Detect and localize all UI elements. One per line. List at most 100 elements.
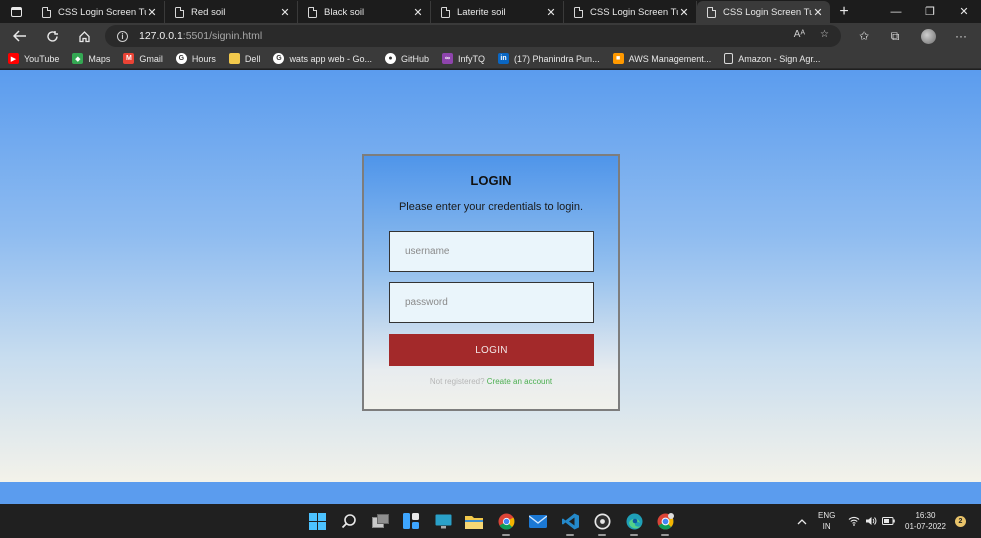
bookmark-label: Maps	[88, 53, 111, 64]
page-content: LOGIN Please enter your credentials to l…	[0, 70, 981, 482]
collections-button[interactable]: ⧉	[882, 23, 908, 49]
browser-tab[interactable]: Black soil ✕	[298, 1, 431, 23]
bookmark-item[interactable]: in (17) Phanindra Pun...	[498, 53, 600, 64]
volume-icon	[866, 517, 877, 525]
tab-title: Red soil	[191, 6, 226, 18]
read-aloud-icon[interactable]: Aᴬ	[794, 29, 805, 40]
restore-button[interactable]: ❐	[913, 0, 947, 23]
language-code: ENG	[818, 511, 836, 520]
mail-icon	[529, 515, 547, 528]
language-indicator[interactable]: ENG IN	[818, 504, 835, 538]
taskbar-chrome[interactable]	[496, 511, 516, 536]
clock-time: 16:30	[915, 511, 936, 520]
page-icon	[574, 6, 583, 18]
bookmark-label: Hours	[191, 53, 216, 64]
bookmark-item[interactable]: ▶ YouTube	[8, 53, 59, 64]
folder-icon	[465, 515, 483, 529]
settings-more-button[interactable]: ···	[948, 23, 974, 49]
site-info-icon[interactable]: i	[117, 30, 128, 42]
browser-tab[interactable]: CSS Login Screen Tuto✕	[697, 1, 830, 23]
taskbar-chrome-profile[interactable]	[655, 511, 675, 536]
chrome-profile-icon	[657, 512, 674, 529]
favorites-button[interactable]: ✩	[851, 23, 877, 49]
window-controls: — ❐ ✕	[879, 0, 981, 23]
system-clock[interactable]: 16:30 01-07-2022	[905, 504, 946, 538]
bookmark-item[interactable]: M Gmail	[123, 53, 163, 64]
taskbar-file-explorer[interactable]	[464, 511, 484, 531]
battery-icon	[882, 517, 895, 525]
bookmark-item[interactable]: ◆ Maps	[72, 53, 110, 64]
linkedin-icon: in	[498, 53, 510, 64]
browser-toolbar: i 127.0.0.1:5501/signin.html Aᴬ ☆ ✩ ⧉ ··…	[0, 23, 981, 49]
tab-close-icon[interactable]: ✕	[412, 6, 424, 19]
bookmark-label: AWS Management...	[628, 53, 712, 64]
taskbar-app-monitor[interactable]	[433, 511, 453, 531]
tab-actions-menu-button[interactable]	[0, 0, 32, 23]
more-icon: ···	[955, 29, 967, 43]
widgets-button[interactable]	[401, 511, 421, 531]
favorites-icon: ✩	[858, 29, 870, 43]
page-icon	[175, 6, 184, 18]
bookmark-item[interactable]: ■ AWS Management...	[612, 53, 712, 64]
widgets-icon	[403, 513, 419, 529]
tab-close-icon[interactable]: ✕	[678, 6, 690, 19]
close-window-button[interactable]: ✕	[947, 0, 981, 23]
bookmark-item[interactable]: Dell	[228, 53, 260, 64]
bookmark-item[interactable]: G Hours	[175, 53, 216, 64]
quick-settings-button[interactable]	[848, 504, 895, 538]
browser-tab[interactable]: Red soil ✕	[165, 1, 298, 23]
clock-date: 01-07-2022	[905, 522, 946, 531]
taskbar-mail[interactable]	[528, 511, 548, 531]
bookmark-label: Amazon - Sign Agr...	[738, 53, 821, 64]
bookmark-item[interactable]: Gwats app web - Go...	[273, 53, 372, 64]
browser-tab[interactable]: CSS Login Screen Tuto✕	[564, 1, 697, 23]
username-input[interactable]	[389, 231, 594, 272]
profile-button[interactable]	[915, 23, 941, 49]
browser-tab[interactable]: CSS Login Screen Tuto✕	[32, 1, 165, 23]
page-icon	[724, 53, 734, 64]
back-button[interactable]	[4, 23, 36, 49]
language-region: IN	[822, 522, 831, 531]
bookmark-item[interactable]: ∞ InfyTQ	[442, 53, 485, 64]
google-icon: G	[175, 53, 187, 64]
tab-close-icon[interactable]: ✕	[812, 6, 824, 19]
browser-tab[interactable]: Laterite soil ✕	[431, 1, 564, 23]
create-account-link[interactable]: Create an account	[487, 377, 552, 386]
login-button[interactable]: login	[389, 334, 594, 366]
collections-icon: ⧉	[890, 28, 900, 43]
back-arrow-icon	[13, 30, 26, 42]
vscode-icon	[561, 513, 579, 529]
minimize-button[interactable]: —	[879, 0, 913, 23]
show-hidden-icons-button[interactable]	[797, 504, 807, 538]
task-view-button[interactable]	[370, 511, 390, 531]
tab-close-icon[interactable]: ✕	[146, 6, 158, 19]
address-path: :5501/signin.html	[182, 30, 263, 42]
password-input[interactable]	[389, 282, 594, 323]
taskbar-search-button[interactable]	[339, 511, 359, 531]
tab-title: CSS Login Screen Tuto	[723, 6, 812, 18]
taskbar-obs[interactable]	[592, 511, 612, 536]
chevron-up-icon	[797, 518, 807, 524]
address-bar[interactable]: i 127.0.0.1:5501/signin.html Aᴬ ☆	[105, 25, 841, 47]
windows-start-icon	[308, 512, 326, 530]
github-icon: ●	[384, 53, 396, 64]
home-button[interactable]	[68, 23, 100, 49]
favorite-add-icon[interactable]: ☆	[820, 29, 829, 40]
tab-close-icon[interactable]: ✕	[545, 6, 557, 19]
task-view-icon	[371, 514, 389, 528]
notification-center-button[interactable]: 2	[955, 504, 966, 538]
tab-close-icon[interactable]: ✕	[279, 6, 291, 19]
bookmark-item[interactable]: ● GitHub	[384, 53, 429, 64]
start-button[interactable]	[307, 511, 327, 531]
home-icon	[78, 30, 90, 42]
new-tab-button[interactable]: +	[830, 1, 858, 23]
bookmark-label: GitHub	[400, 53, 429, 64]
taskbar-vscode[interactable]	[560, 511, 580, 536]
taskbar-edge[interactable]	[624, 511, 644, 536]
search-icon	[341, 514, 356, 529]
bookmark-item[interactable]: Amazon - Sign Agr...	[724, 53, 820, 64]
page-icon	[707, 6, 716, 18]
refresh-button[interactable]	[36, 23, 68, 49]
tab-actions-icon	[10, 6, 22, 17]
page-icon	[308, 6, 317, 18]
